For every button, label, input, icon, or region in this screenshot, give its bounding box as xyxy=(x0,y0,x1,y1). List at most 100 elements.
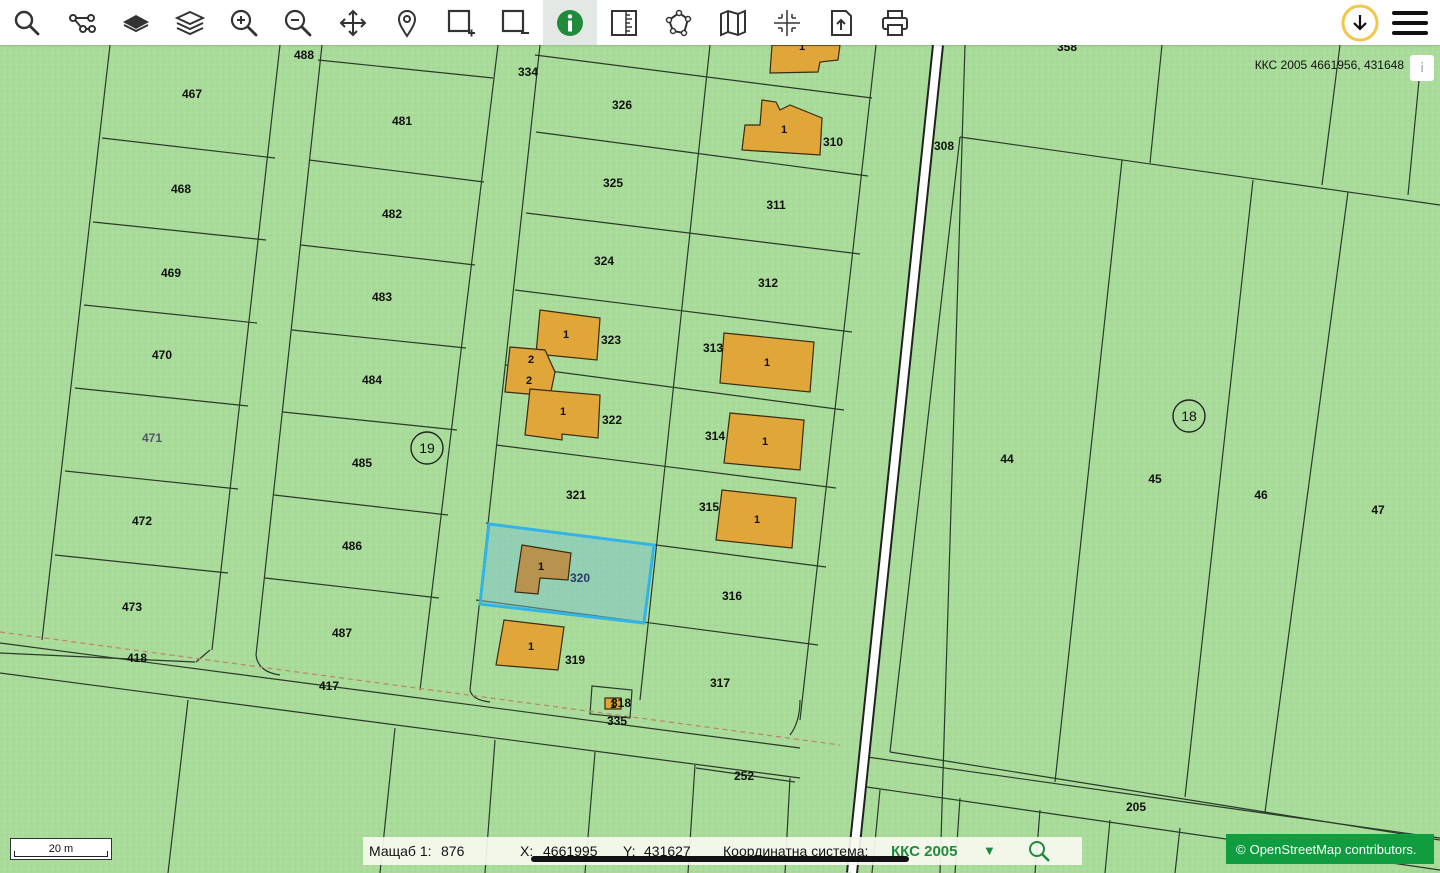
ruler-icon xyxy=(611,9,637,36)
parcel-label: 418 xyxy=(127,651,147,665)
layers-tool-button[interactable] xyxy=(163,0,217,45)
parcel-label: 358 xyxy=(1057,45,1077,54)
parcel-label: 321 xyxy=(566,488,586,502)
remove-area-tool-button[interactable] xyxy=(488,0,542,45)
square-minus-icon xyxy=(501,9,529,34)
measure-tool-button[interactable] xyxy=(597,0,651,45)
zoom-out-tool-button[interactable] xyxy=(271,0,325,45)
parcel-label: 314 xyxy=(705,429,725,443)
parcel-label: 313 xyxy=(703,341,723,355)
download-button[interactable] xyxy=(1340,0,1380,45)
parcel-label: 319 xyxy=(565,653,585,667)
scale-bar: 20 m xyxy=(10,838,112,860)
parcel-label: 320 xyxy=(570,571,590,585)
coordinates-tool-button[interactable] xyxy=(760,0,814,45)
parcel-label: 326 xyxy=(612,98,632,112)
zoom-out-icon xyxy=(284,9,312,36)
parcel-label: 482 xyxy=(382,207,402,221)
info-panel-tab[interactable]: ⅰ xyxy=(1410,55,1434,81)
parcel-label: 471 xyxy=(142,431,162,445)
parcel-label: 334 xyxy=(518,65,538,79)
pan-tool-button[interactable] xyxy=(326,0,380,45)
building-label: 1 xyxy=(781,124,787,136)
building-label: 1 xyxy=(528,641,534,653)
base-layer-tool-button[interactable] xyxy=(109,0,163,45)
parcel-label: 46 xyxy=(1254,488,1268,502)
parcel-label: 488 xyxy=(294,48,314,62)
location-tool-button[interactable] xyxy=(380,0,434,45)
parcel-label: 417 xyxy=(319,679,339,693)
parcel-label: 472 xyxy=(132,514,152,528)
parcel-label: 467 xyxy=(182,87,202,101)
parcel-label: 308 xyxy=(934,139,954,153)
menu-icon xyxy=(1392,10,1428,35)
building-label: 1 xyxy=(610,699,616,711)
building-label: 1 xyxy=(563,329,569,341)
map-icon xyxy=(720,8,746,37)
pin-icon xyxy=(397,9,417,38)
zoom-in-icon xyxy=(230,9,258,36)
building-label: 1 xyxy=(560,406,566,418)
search-tool-button[interactable] xyxy=(0,0,54,45)
parcel-label: 325 xyxy=(603,176,623,190)
parcel-label: 323 xyxy=(601,333,621,347)
menu-button[interactable] xyxy=(1388,0,1432,45)
building-label: 1 xyxy=(754,514,760,526)
parcel-label: 317 xyxy=(710,676,730,690)
export-icon xyxy=(831,9,852,36)
parcel-label: 252 xyxy=(734,769,754,783)
scale-label: Мащаб 1: xyxy=(369,843,432,859)
building-label: 1 xyxy=(762,436,768,448)
polygon-icon xyxy=(665,9,692,36)
square-plus-icon xyxy=(447,9,475,36)
info-icon xyxy=(557,9,583,36)
osm-attribution[interactable]: © OpenStreetMap contributors. xyxy=(1226,834,1434,864)
crosshair-icon xyxy=(774,9,800,36)
home-indicator xyxy=(531,856,909,862)
parcel-label: 316 xyxy=(722,589,742,603)
move-icon xyxy=(339,9,367,36)
info-tool-button[interactable] xyxy=(543,0,597,45)
map-tool-button[interactable] xyxy=(706,0,760,45)
print-tool-button[interactable] xyxy=(868,0,922,45)
parcel-label: 312 xyxy=(758,276,778,290)
building-label: 2 xyxy=(528,354,534,366)
polygon-tool-button[interactable] xyxy=(651,0,705,45)
print-icon xyxy=(882,9,908,36)
parcel-label: 315 xyxy=(699,500,719,514)
block-label: 19 xyxy=(419,440,435,456)
scale-bar-ticks xyxy=(14,851,108,857)
parcel-label: 322 xyxy=(602,413,622,427)
layers-icon xyxy=(175,10,205,35)
parcel-label: 481 xyxy=(392,114,412,128)
chevron-down-icon[interactable]: ▼ xyxy=(983,843,996,858)
parcel-label: 44 xyxy=(1000,452,1014,466)
cadastral-map[interactable]: 488 467 481 334 326 310 468 482 325 311 … xyxy=(0,45,1440,873)
attribution-text: OpenStreetMap contributors. xyxy=(1249,841,1417,857)
parcel-label: 487 xyxy=(332,626,352,640)
add-area-tool-button[interactable] xyxy=(434,0,488,45)
parcel-label: 311 xyxy=(766,198,786,212)
export-tool-button[interactable] xyxy=(814,0,868,45)
parcel-label: 483 xyxy=(372,290,392,304)
parcel-label: 205 xyxy=(1126,800,1146,814)
cursor-coordinates: ККС 2005 4661956, 431648 xyxy=(1254,58,1404,72)
block-label: 18 xyxy=(1181,408,1197,424)
info-small-icon: ⅰ xyxy=(1420,60,1424,75)
search-coordinates-icon[interactable] xyxy=(1027,839,1053,863)
zoom-in-tool-button[interactable] xyxy=(217,0,271,45)
building-label: 2 xyxy=(526,375,532,387)
building-label: 1 xyxy=(764,357,770,369)
parcel-label: 47 xyxy=(1371,503,1385,517)
network-tool-button[interactable] xyxy=(55,0,109,45)
parcel-label: 484 xyxy=(362,373,382,387)
layer-single-icon xyxy=(123,14,149,32)
parcel-label: 468 xyxy=(171,182,191,196)
network-icon xyxy=(69,13,96,33)
parcel-label: 324 xyxy=(594,254,614,268)
scale-value-input[interactable]: 876 xyxy=(441,843,464,859)
parcel-label: 45 xyxy=(1148,472,1162,486)
parcel-label: 469 xyxy=(161,266,181,280)
parcel-label: 335 xyxy=(607,714,627,728)
parcel-label: 470 xyxy=(152,348,172,362)
